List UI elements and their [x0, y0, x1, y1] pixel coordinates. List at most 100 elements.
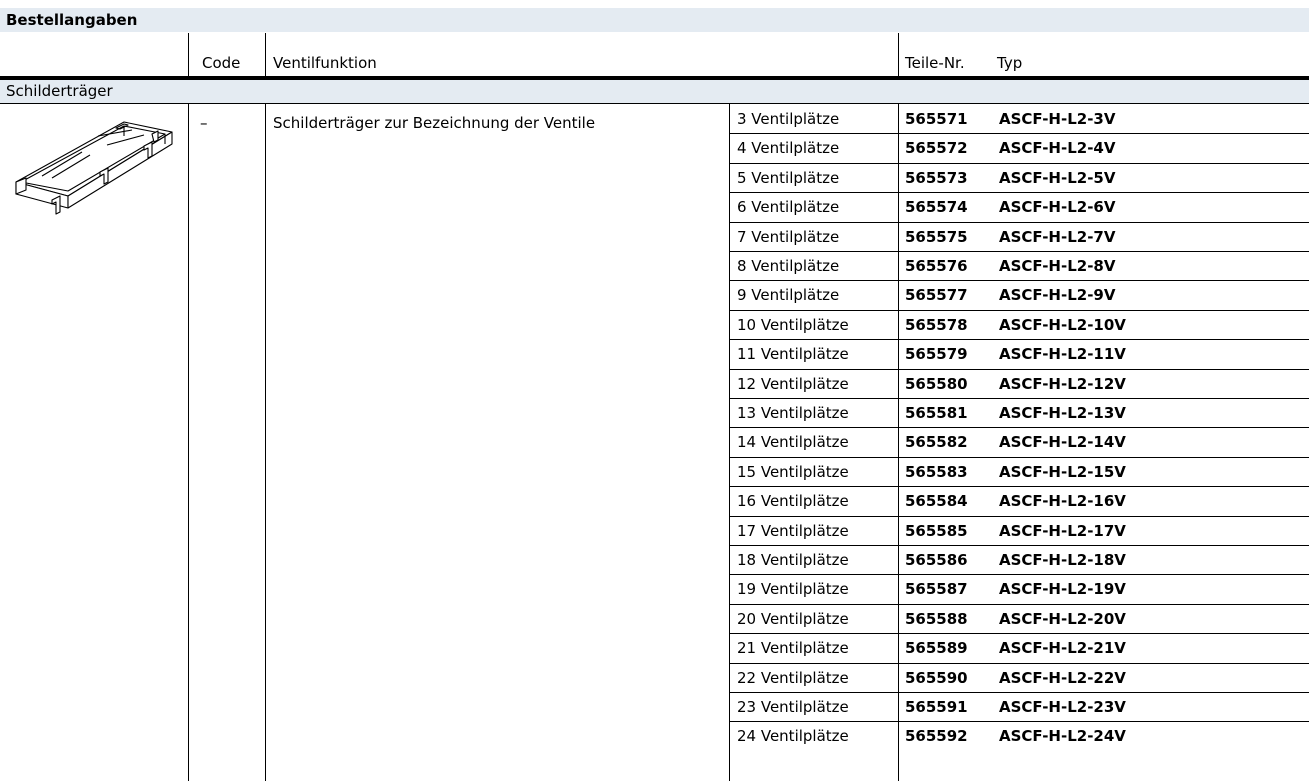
row-divider	[729, 133, 1309, 134]
row-divider	[729, 574, 1309, 575]
type-cell: ASCF-H-L2-13V	[999, 404, 1126, 422]
part-no-cell: 565583	[905, 462, 968, 481]
variant-cell: 4 Ventilplätze	[737, 139, 840, 158]
part-no-cell: 565575	[905, 227, 968, 246]
type-cell: ASCF-H-L2-19V	[999, 580, 1126, 599]
row-divider	[729, 280, 1309, 281]
type-cell: ASCF-H-L2-11V	[999, 345, 1126, 364]
row-divider	[729, 427, 1309, 428]
part-no-cell: 565586	[905, 551, 968, 569]
type-cell: ASCF-H-L2-15V	[999, 462, 1126, 481]
header-divider	[898, 33, 899, 76]
column-header-function: Ventilfunktion	[273, 54, 377, 72]
variant-cell: 23 Ventilplätze	[737, 698, 849, 716]
title-band	[0, 8, 1309, 32]
part-no-cell: 565592	[905, 727, 968, 746]
part-no-cell: 565574	[905, 198, 968, 217]
row-divider	[729, 310, 1309, 311]
column-header-code: Code	[202, 54, 241, 72]
part-no-cell: 565589	[905, 639, 968, 658]
type-cell: ASCF-H-L2-24V	[999, 727, 1126, 746]
variant-cell: 18 Ventilplätze	[737, 551, 849, 569]
row-divider	[729, 222, 1309, 223]
part-no-cell: 565578	[905, 315, 968, 334]
type-cell: ASCF-H-L2-23V	[999, 698, 1126, 716]
type-cell: ASCF-H-L2-22V	[999, 668, 1126, 687]
row-divider	[729, 163, 1309, 164]
row-divider	[729, 192, 1309, 193]
part-no-cell: 565590	[905, 668, 968, 687]
column-header-type: Typ	[997, 54, 1023, 72]
row-divider	[729, 486, 1309, 487]
variant-cell: 5 Ventilplätze	[737, 168, 840, 187]
row-divider	[729, 721, 1309, 722]
row-divider	[729, 633, 1309, 634]
type-cell: ASCF-H-L2-8V	[999, 257, 1116, 275]
row-divider	[729, 545, 1309, 546]
variant-cell: 7 Ventilplätze	[737, 227, 840, 246]
type-cell: ASCF-H-L2-10V	[999, 315, 1126, 334]
variant-cell: 9 Ventilplätze	[737, 286, 840, 305]
header-divider	[265, 33, 266, 76]
order-data-sheet: Bestellangaben Code Ventilfunktion Teile…	[0, 0, 1309, 781]
variant-cell: 24 Ventilplätze	[737, 727, 849, 746]
part-no-cell: 565572	[905, 139, 968, 158]
part-no-cell: 565584	[905, 492, 968, 511]
row-divider	[729, 398, 1309, 399]
part-no-cell: 565581	[905, 404, 968, 422]
function-description: Schilderträger zur Bezeichnung der Venti…	[273, 114, 596, 132]
part-no-cell: 565587	[905, 580, 968, 599]
type-cell: ASCF-H-L2-21V	[999, 639, 1126, 658]
part-no-cell: 565582	[905, 433, 968, 452]
group-band	[0, 80, 1309, 103]
type-cell: ASCF-H-L2-16V	[999, 492, 1126, 511]
variant-cell: 15 Ventilplätze	[737, 462, 849, 481]
type-cell: ASCF-H-L2-3V	[999, 110, 1116, 128]
row-divider	[729, 251, 1309, 252]
variant-cell: 3 Ventilplätze	[737, 110, 840, 128]
row-divider	[729, 339, 1309, 340]
type-cell: ASCF-H-L2-7V	[999, 227, 1116, 246]
group-rule	[0, 103, 1309, 104]
part-no-cell: 565585	[905, 521, 968, 540]
part-no-cell: 565579	[905, 345, 968, 364]
variant-cell: 8 Ventilplätze	[737, 257, 840, 275]
header-divider	[188, 33, 189, 76]
group-title: Schilderträger	[6, 82, 113, 100]
variant-cell: 20 Ventilplätze	[737, 609, 849, 628]
column-divider	[265, 104, 266, 781]
part-no-cell: 565576	[905, 257, 968, 275]
part-no-cell: 565573	[905, 168, 968, 187]
variant-cell: 16 Ventilplätze	[737, 492, 849, 511]
variant-cell: 10 Ventilplätze	[737, 315, 849, 334]
part-no-cell: 565588	[905, 609, 968, 628]
variant-cell: 6 Ventilplätze	[737, 198, 840, 217]
type-cell: ASCF-H-L2-18V	[999, 551, 1126, 569]
type-cell: ASCF-H-L2-9V	[999, 286, 1116, 305]
type-cell: ASCF-H-L2-5V	[999, 168, 1116, 187]
sign-holder-drawing-icon	[15, 121, 173, 215]
variant-cell: 12 Ventilplätze	[737, 374, 849, 393]
variant-cell: 13 Ventilplätze	[737, 404, 849, 422]
variant-cell: 14 Ventilplätze	[737, 433, 849, 452]
part-no-cell: 565591	[905, 698, 968, 716]
row-divider	[729, 457, 1309, 458]
column-header-part-no: Teile-Nr.	[905, 54, 965, 72]
section-title: Bestellangaben	[6, 11, 138, 29]
column-divider	[898, 104, 899, 781]
variant-cell: 22 Ventilplätze	[737, 668, 849, 687]
column-divider	[188, 104, 189, 781]
type-cell: ASCF-H-L2-4V	[999, 139, 1116, 158]
row-divider	[729, 369, 1309, 370]
variant-cell: 11 Ventilplätze	[737, 345, 849, 364]
variant-cell: 19 Ventilplätze	[737, 580, 849, 599]
type-cell: ASCF-H-L2-17V	[999, 521, 1126, 540]
type-cell: ASCF-H-L2-12V	[999, 374, 1126, 393]
part-no-cell: 565577	[905, 286, 968, 305]
variant-cell: 17 Ventilplätze	[737, 521, 849, 540]
type-cell: ASCF-H-L2-20V	[999, 609, 1126, 628]
type-cell: ASCF-H-L2-14V	[999, 433, 1126, 452]
row-divider	[729, 604, 1309, 605]
part-no-cell: 565580	[905, 374, 968, 393]
row-divider	[729, 516, 1309, 517]
